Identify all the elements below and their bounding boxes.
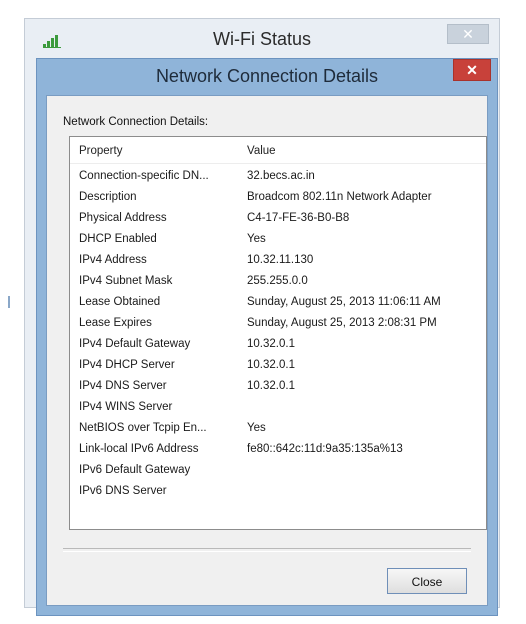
column-header-property[interactable]: Property	[79, 145, 122, 157]
property-cell: IPv4 WINS Server	[79, 401, 173, 413]
property-cell: Link-local IPv6 Address	[79, 443, 199, 455]
dialog-close-button[interactable]: ✕	[453, 59, 491, 81]
table-row[interactable]: Physical Address C4-17-FE-36-B0-B8	[70, 210, 486, 231]
property-cell: IPv4 Subnet Mask	[79, 275, 173, 287]
value-cell: Yes	[247, 233, 266, 245]
property-cell: Lease Expires	[79, 317, 152, 329]
close-icon: ✕	[466, 62, 478, 78]
value-cell: Sunday, August 25, 2013 11:06:11 AM	[247, 296, 441, 308]
property-cell: Lease Obtained	[79, 296, 161, 308]
value-cell: Sunday, August 25, 2013 2:08:31 PM	[247, 317, 437, 329]
background-window-edge	[8, 296, 10, 308]
section-label: Network Connection Details:	[63, 116, 209, 128]
network-connection-details-dialog: Network Connection Details ✕ Network Con…	[36, 58, 498, 616]
column-header-value[interactable]: Value	[247, 145, 276, 157]
table-row[interactable]: IPv4 DNS Server 10.32.0.1	[70, 378, 486, 399]
value-cell: Broadcom 802.11n Network Adapter	[247, 191, 432, 203]
table-row[interactable]: Description Broadcom 802.11n Network Ada…	[70, 189, 486, 210]
desktop: Wi-Fi Status ✕ Network Connection Detail…	[0, 0, 526, 624]
table-row[interactable]: IPv4 Default Gateway 10.32.0.1	[70, 336, 486, 357]
property-cell: IPv6 DNS Server	[79, 485, 167, 497]
close-button[interactable]: Close	[387, 568, 467, 594]
property-cell: IPv4 Default Gateway	[79, 338, 191, 350]
property-cell: DHCP Enabled	[79, 233, 157, 245]
value-cell: 255.255.0.0	[247, 275, 308, 287]
wifi-status-title: Wi-Fi Status	[212, 29, 311, 49]
value-cell: 10.32.11.130	[247, 254, 314, 266]
table-row[interactable]: Lease Obtained Sunday, August 25, 2013 1…	[70, 294, 486, 315]
property-cell: IPv6 Default Gateway	[79, 464, 191, 476]
table-row[interactable]: IPv4 DHCP Server 10.32.0.1	[70, 357, 486, 378]
table-row[interactable]: NetBIOS over Tcpip En... Yes	[70, 420, 486, 441]
details-list[interactable]: Property Value Connection-specific DN...…	[69, 136, 487, 530]
table-row[interactable]: IPv6 DNS Server	[70, 483, 486, 504]
table-row[interactable]: Link-local IPv6 Address fe80::642c:11d:9…	[70, 441, 486, 462]
table-row[interactable]: IPv4 WINS Server	[70, 399, 486, 420]
value-cell: fe80::642c:11d:9a35:135a%13	[247, 443, 403, 455]
value-cell: 10.32.0.1	[247, 359, 295, 371]
value-cell: 10.32.0.1	[247, 380, 295, 392]
value-cell: 32.becs.ac.in	[247, 170, 315, 182]
table-row[interactable]: Connection-specific DN... 32.becs.ac.in	[70, 168, 486, 189]
value-cell: Yes	[247, 422, 266, 434]
property-cell: NetBIOS over Tcpip En...	[79, 422, 207, 434]
property-cell: Physical Address	[79, 212, 167, 224]
property-cell: Connection-specific DN...	[79, 170, 209, 182]
table-row[interactable]: DHCP Enabled Yes	[70, 231, 486, 252]
property-cell: IPv4 DNS Server	[79, 380, 167, 392]
wifi-status-titlebar[interactable]: Wi-Fi Status ✕	[25, 19, 499, 63]
table-row[interactable]: IPv4 Subnet Mask 255.255.0.0	[70, 273, 486, 294]
property-cell: IPv4 Address	[79, 254, 147, 266]
property-cell: Description	[79, 191, 137, 203]
dialog-titlebar[interactable]: Network Connection Details ✕	[37, 59, 497, 95]
value-cell: 10.32.0.1	[247, 338, 295, 350]
header-divider	[70, 163, 486, 164]
table-row[interactable]: IPv6 Default Gateway	[70, 462, 486, 483]
value-cell: C4-17-FE-36-B0-B8	[247, 212, 350, 224]
footer-divider	[63, 548, 471, 552]
property-cell: IPv4 DHCP Server	[79, 359, 175, 371]
close-icon: ✕	[462, 26, 474, 42]
dialog-title: Network Connection Details	[155, 66, 379, 86]
wifi-status-close-button[interactable]: ✕	[447, 24, 489, 44]
table-row[interactable]: Lease Expires Sunday, August 25, 2013 2:…	[70, 315, 486, 336]
dialog-client-area: Network Connection Details: Property Val…	[46, 95, 488, 606]
table-row[interactable]: IPv4 Address 10.32.11.130	[70, 252, 486, 273]
